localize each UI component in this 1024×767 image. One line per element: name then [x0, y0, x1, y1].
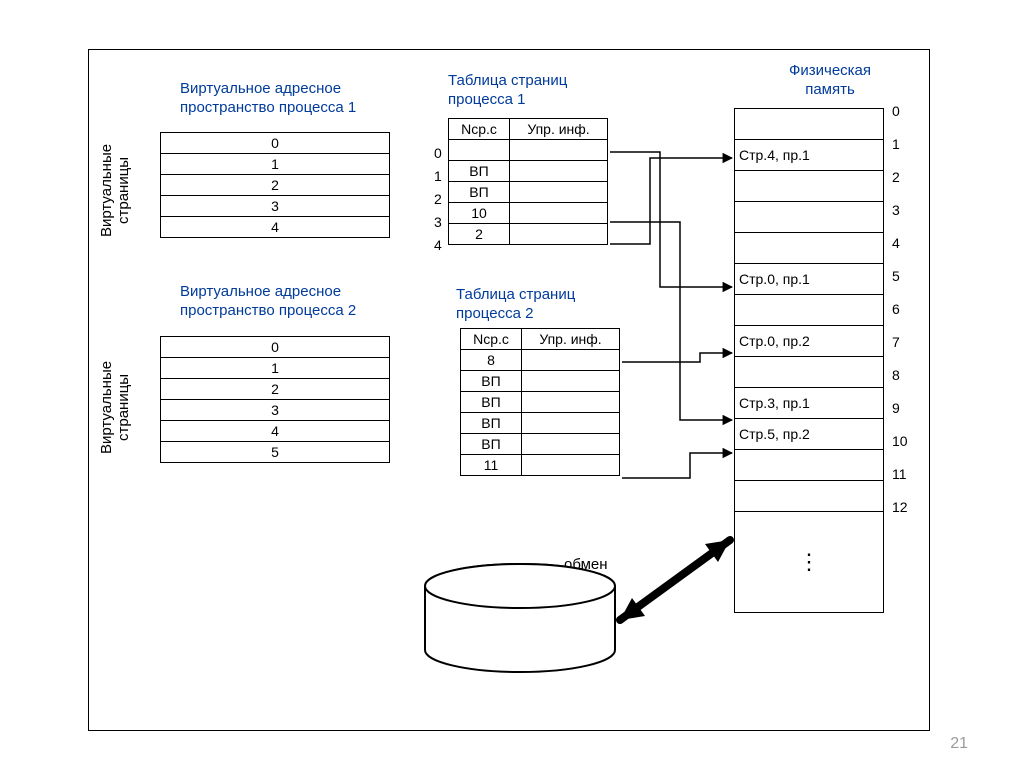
pt2-c2: [522, 434, 620, 455]
pt1-idx: 0: [434, 145, 442, 161]
pt2-table: Nср.сУпр. инф. 8 ВП ВП ВП ВП 11: [460, 328, 620, 476]
phys-idx: 11: [892, 466, 907, 482]
vlabel-2: Виртуальныестраницы: [98, 342, 132, 472]
phys-cell-ellipsis: ⋮: [735, 512, 884, 613]
pt1-c1: 10: [449, 203, 510, 224]
phys-cell: [735, 295, 884, 326]
phys-idx: 4: [892, 235, 900, 251]
phys-idx: 8: [892, 367, 900, 383]
vas1-row: 3: [161, 196, 390, 217]
vas1-row: 1: [161, 154, 390, 175]
vas2-table: 0 1 2 3 4 5: [160, 336, 390, 463]
pt1-c1: 2: [449, 224, 510, 245]
pt1-c1: ВП: [449, 182, 510, 203]
pt2-c2: [522, 350, 620, 371]
pt1-h1: Nср.с: [449, 119, 510, 140]
phys-idx: 9: [892, 400, 900, 416]
title-pt1: Таблица страницпроцесса 1: [448, 72, 567, 110]
title-vas2: Виртуальное адресноепространство процесс…: [180, 283, 356, 321]
pt1-h2: Упр. инф.: [510, 119, 608, 140]
phys-cell: Стр.3, пр.1: [735, 388, 884, 419]
phys-idx: 10: [892, 433, 908, 449]
phys-cell: [735, 450, 884, 481]
phys-idx: 0: [892, 103, 900, 119]
phys-cell: [735, 109, 884, 140]
pt1-c2: [510, 224, 608, 245]
phys-idx: 6: [892, 301, 900, 317]
vas1-table: 0 1 2 3 4: [160, 132, 390, 238]
title-pt2: Таблица страницпроцесса 2: [456, 286, 575, 324]
pt1-c2: [510, 161, 608, 182]
pt2-c1: 11: [461, 455, 522, 476]
phys-idx: 7: [892, 334, 900, 350]
pt2-h2: Упр. инф.: [522, 329, 620, 350]
phys-idx: 12: [892, 499, 908, 515]
pt1-idx: 4: [434, 237, 442, 253]
pt2-c1: ВП: [461, 392, 522, 413]
pt1-c2: [510, 140, 608, 161]
phys-table: Стр.4, пр.1 Стр.0, пр.1 Стр.0, пр.2 Стр.…: [734, 108, 884, 613]
pt2-c1: ВП: [461, 434, 522, 455]
phys-cell: [735, 171, 884, 202]
vas2-row: 2: [161, 379, 390, 400]
phys-idx: 5: [892, 268, 900, 284]
pt2-c2: [522, 371, 620, 392]
pt2-c2: [522, 392, 620, 413]
phys-idx: 3: [892, 202, 900, 218]
diagram-stage: { "slide_number": "21", "titles": { "vas…: [0, 0, 1024, 767]
vas2-row: 5: [161, 442, 390, 463]
phys-idx: 1: [892, 136, 900, 152]
phys-cell: [735, 202, 884, 233]
pt2-c1: ВП: [461, 371, 522, 392]
pt1-c2: [510, 203, 608, 224]
pt1-c1: [449, 140, 510, 161]
pt1-idx: 2: [434, 191, 442, 207]
phys-cell: [735, 481, 884, 512]
pt1-c2: [510, 182, 608, 203]
vas1-row: 4: [161, 217, 390, 238]
vas2-row: 4: [161, 421, 390, 442]
phys-cell: Стр.0, пр.2: [735, 326, 884, 357]
slide-number: 21: [950, 735, 968, 753]
pt2-c2: [522, 455, 620, 476]
vas2-row: 0: [161, 337, 390, 358]
vlabel-1: Виртуальныестраницы: [98, 130, 132, 250]
phys-cell: Стр.5, пр.2: [735, 419, 884, 450]
phys-idx: 2: [892, 169, 900, 185]
vas1-row: 2: [161, 175, 390, 196]
title-vas1: Виртуальное адресноепространство процесс…: [180, 80, 356, 118]
vas2-row: 1: [161, 358, 390, 379]
phys-cell: Стр.4, пр.1: [735, 140, 884, 171]
pt1-idx: 1: [434, 168, 442, 184]
pt2-h1: Nср.с: [461, 329, 522, 350]
pt1-idx: 3: [434, 214, 442, 230]
phys-cell: [735, 233, 884, 264]
pt1-table: Nср.сУпр. инф. ВП ВП 10 2: [448, 118, 608, 245]
phys-cell: [735, 357, 884, 388]
title-phys: Физическаяпамять: [770, 62, 890, 100]
pt2-c2: [522, 413, 620, 434]
vas1-row: 0: [161, 133, 390, 154]
pt2-c1: 8: [461, 350, 522, 371]
phys-cell: Стр.0, пр.1: [735, 264, 884, 295]
pt1-c1: ВП: [449, 161, 510, 182]
pt2-c1: ВП: [461, 413, 522, 434]
label-exchange: обмен: [564, 556, 608, 575]
vas2-row: 3: [161, 400, 390, 421]
